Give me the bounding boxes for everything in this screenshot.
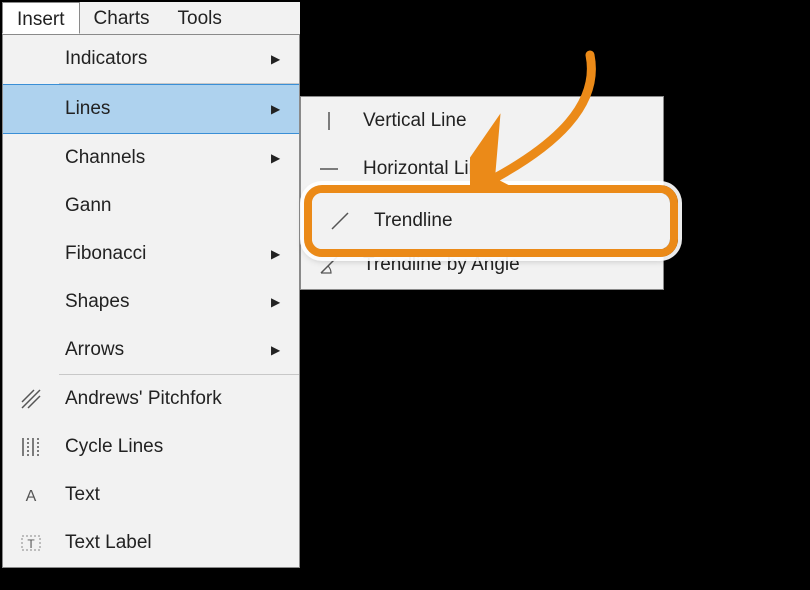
menu-label: Shapes <box>59 291 271 313</box>
menubar-label: Insert <box>17 9 65 30</box>
menu-item-gann[interactable]: Gann <box>3 182 299 230</box>
pitchfork-icon <box>19 387 43 411</box>
trendline-icon <box>317 205 341 229</box>
menu-label: Text <box>59 484 299 506</box>
menubar-label: Tools <box>178 8 222 29</box>
text-icon: A <box>19 483 43 507</box>
menubar: Insert Charts Tools <box>2 2 300 35</box>
menu-item-arrows[interactable]: Arrows ▶ <box>3 326 299 374</box>
svg-text:T: T <box>27 537 35 551</box>
submenu-item-vertical-line[interactable]: Vertical Line <box>301 97 663 145</box>
menu-item-shapes[interactable]: Shapes ▶ <box>3 278 299 326</box>
submenu-arrow-icon: ▶ <box>271 151 299 165</box>
menubar-item-tools[interactable]: Tools <box>164 2 236 34</box>
submenu-label: Vertical Line <box>357 110 663 132</box>
svg-text:A: A <box>26 488 37 505</box>
menu-item-fibonacci[interactable]: Fibonacci ▶ <box>3 230 299 278</box>
menu-label: Lines <box>59 98 271 120</box>
menu-label: Andrews' Pitchfork <box>59 388 299 410</box>
menu-item-channels[interactable]: Channels ▶ <box>3 134 299 182</box>
menu-label: Channels <box>59 147 271 169</box>
submenu-label: Trendline by Angle <box>357 254 663 276</box>
menubar-item-insert[interactable]: Insert <box>2 2 80 34</box>
submenu-arrow-icon: ▶ <box>271 102 299 116</box>
horizontal-line-icon <box>317 157 341 181</box>
insert-dropdown: Indicators ▶ Lines ▶ Channels ▶ Gann Fib… <box>2 35 300 568</box>
trendline-angle-icon <box>317 253 341 277</box>
menu-label: Fibonacci <box>59 243 271 265</box>
menu-item-andrews-pitchfork[interactable]: Andrews' Pitchfork <box>3 375 299 423</box>
submenu-label: Horizontal Line <box>357 158 663 180</box>
submenu-arrow-icon: ▶ <box>271 343 299 357</box>
menu-item-text-label[interactable]: T Text Label <box>3 519 299 567</box>
menu-item-text[interactable]: A Text <box>3 471 299 519</box>
menu-label: Text Label <box>59 532 299 554</box>
menu-label: Cycle Lines <box>59 436 299 458</box>
menu-item-indicators[interactable]: Indicators ▶ <box>3 35 299 83</box>
submenu-arrow-icon: ▶ <box>271 295 299 309</box>
vertical-line-icon <box>317 109 341 133</box>
menu-item-lines[interactable]: Lines ▶ <box>3 84 299 134</box>
submenu-arrow-icon: ▶ <box>271 247 299 261</box>
menu-item-cycle-lines[interactable]: Cycle Lines <box>3 423 299 471</box>
lines-submenu: Vertical Line Horizontal Line Trendline … <box>300 96 664 290</box>
menubar-item-charts[interactable]: Charts <box>80 2 164 34</box>
menubar-label: Charts <box>94 8 150 29</box>
menu-label: Indicators <box>59 48 271 70</box>
text-label-icon: T <box>19 531 43 555</box>
menu-label: Gann <box>59 195 271 217</box>
cycle-lines-icon <box>19 435 43 459</box>
submenu-item-horizontal-line[interactable]: Horizontal Line <box>301 145 663 193</box>
menu-label: Arrows <box>59 339 271 361</box>
submenu-item-trendline-by-angle[interactable]: Trendline by Angle <box>301 241 663 289</box>
submenu-item-trendline[interactable]: Trendline <box>301 193 663 241</box>
submenu-label: Trendline <box>357 206 663 228</box>
submenu-arrow-icon: ▶ <box>271 52 299 66</box>
